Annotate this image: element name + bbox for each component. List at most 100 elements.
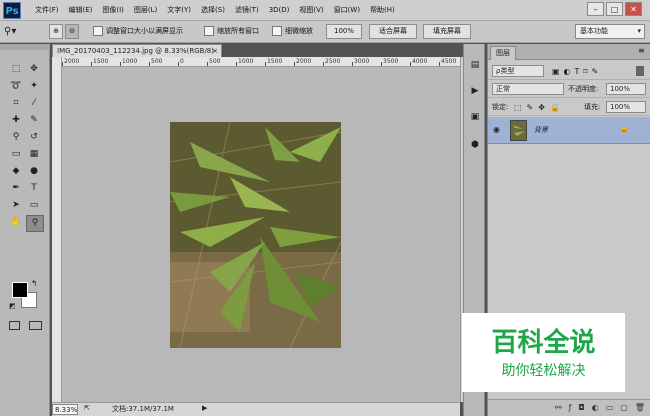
menu-filter[interactable]: 滤镜(T): [230, 0, 264, 21]
layers-tab[interactable]: 图层: [490, 46, 516, 60]
document-info[interactable]: 文档:37.1M/37.1M: [112, 404, 174, 415]
filter-toggle-icon[interactable]: [636, 66, 644, 76]
swap-colors-icon[interactable]: ↰: [31, 279, 38, 288]
fit-screen-button[interactable]: 适合屏幕: [369, 24, 417, 39]
crop-icon[interactable]: ⌗: [8, 96, 24, 111]
menu-edit[interactable]: 编辑(E): [64, 0, 98, 21]
ruler-tick-mark: [178, 62, 179, 66]
visibility-eye-icon[interactable]: ◉: [493, 125, 500, 134]
lock-options-icons[interactable]: ⬚✎✥🔒: [514, 102, 565, 113]
menu-view[interactable]: 视图(V): [294, 0, 328, 21]
ruler-tick-mark: [410, 62, 411, 66]
status-bar: 8.33% ⇱ 文档:37.1M/37.1M ▶: [52, 402, 460, 416]
close-button[interactable]: ✕: [625, 2, 642, 16]
maximize-button[interactable]: □: [606, 2, 623, 16]
layer-kind-filter[interactable]: ρ类型: [492, 65, 544, 77]
ruler-tick-label: 1000: [238, 58, 254, 65]
ruler-tick-mark: [236, 62, 237, 66]
lock-fill-row: 锁定: ⬚✎✥🔒 填充: 100%: [488, 99, 650, 116]
path-select-icon[interactable]: ➤: [8, 198, 24, 213]
zoom-icon[interactable]: ⚲: [26, 215, 44, 232]
ruler-tick-label: 1000: [122, 58, 138, 65]
healing-icon[interactable]: ✚: [8, 113, 24, 128]
menu-type[interactable]: 文字(Y): [162, 0, 196, 21]
add-mask-icon[interactable]: ◘: [578, 400, 584, 416]
gradient-icon[interactable]: ▦: [26, 147, 42, 162]
ruler-tick-mark: [323, 62, 324, 66]
adjustment-layer-icon[interactable]: ◐: [592, 400, 599, 416]
pen-icon[interactable]: ✒: [8, 181, 24, 196]
new-group-icon[interactable]: ▭: [606, 400, 614, 416]
layer-lock-icon: 🔒: [619, 124, 629, 133]
zoom-out-icon[interactable]: ⊖: [65, 24, 79, 39]
link-layers-icon[interactable]: ⚯: [555, 400, 562, 416]
document-image[interactable]: [170, 122, 341, 348]
document-tab[interactable]: IMG_20170403_112234.jpg @ 8.33%(RGB/8) ×: [52, 44, 222, 57]
fill-field[interactable]: 100%: [606, 101, 646, 113]
shape-icon[interactable]: ▭: [26, 198, 42, 213]
dodge-icon[interactable]: ●: [26, 164, 42, 179]
resize-windows-checkbox[interactable]: [93, 26, 103, 36]
panel-menu-icon[interactable]: ≡: [638, 46, 645, 55]
zoom-tool-preset-icon[interactable]: ⚲▾: [4, 24, 28, 39]
ruler-tick-label: 0: [180, 58, 184, 65]
menu-help[interactable]: 帮助(H): [365, 0, 400, 21]
properties-panel-icon[interactable]: ▣: [467, 110, 483, 125]
move-icon[interactable]: ✥: [26, 62, 42, 77]
eraser-icon[interactable]: ▭: [8, 147, 24, 162]
menu-window[interactable]: 窗口(W): [329, 0, 365, 21]
screen-mode-icon[interactable]: [29, 321, 42, 330]
menu-select[interactable]: 选择(S): [196, 0, 230, 21]
menu-bar: Ps 文件(F) 编辑(E) 图像(I) 图层(L) 文字(Y) 选择(S) 滤…: [0, 0, 650, 21]
blend-opacity-row: 正常 不透明度: 100%: [488, 81, 650, 98]
fill-screen-button[interactable]: 填充屏幕: [423, 24, 471, 39]
layer-name[interactable]: 背景: [534, 124, 548, 136]
layer-thumbnail-image: [511, 121, 526, 140]
magic-wand-icon[interactable]: ✦: [26, 79, 42, 94]
zoom-in-icon[interactable]: ⊕: [49, 24, 63, 39]
3d-panel-icon[interactable]: ⬢: [467, 138, 483, 153]
share-icon[interactable]: ⇱: [84, 404, 90, 412]
ruler-tick-mark: [91, 62, 92, 66]
hand-icon[interactable]: ✋: [8, 215, 24, 230]
status-arrow-icon[interactable]: ▶: [202, 404, 207, 412]
menu-layer[interactable]: 图层(L): [129, 0, 162, 21]
type-icon[interactable]: T: [26, 181, 42, 196]
scrubby-zoom-checkbox[interactable]: [272, 26, 282, 36]
eyedropper-icon[interactable]: ⁄: [26, 96, 42, 111]
tools-panel-grip[interactable]: [0, 44, 50, 50]
history-brush-icon[interactable]: ↺: [26, 130, 42, 145]
ruler-tick-label: 3500: [383, 58, 399, 65]
menu-image[interactable]: 图像(I): [97, 0, 129, 21]
tools-panel: ⬚ ✥ ➰ ✦ ⌗ ⁄ ✚ ✎ ⚲ ↺ ▭ ▦ ◆ ● ✒ T ➤ ▭ ✋ ⚲ ↰ ◩: [0, 44, 50, 416]
menu-3d[interactable]: 3D(D): [264, 0, 295, 21]
history-panel-icon[interactable]: ▤: [467, 58, 483, 73]
zoom-all-checkbox[interactable]: [204, 26, 214, 36]
zoom-level-field[interactable]: 8.33%: [52, 404, 78, 415]
blur-icon[interactable]: ◆: [8, 164, 24, 179]
fill-label: 填充:: [584, 103, 601, 111]
filter-icons[interactable]: ▣◐T⌑✎: [552, 66, 602, 77]
default-colors-icon[interactable]: ◩: [9, 302, 16, 310]
workspace-select[interactable]: 基本功能: [575, 24, 645, 39]
new-layer-icon[interactable]: ▢: [620, 400, 628, 416]
document-tab-title: IMG_20170403_112234.jpg @ 8.33%(RGB/8): [57, 47, 214, 55]
marquee-icon[interactable]: ⬚: [8, 62, 24, 77]
brush-icon[interactable]: ✎: [26, 113, 42, 128]
zoom-100-button[interactable]: 100%: [326, 24, 362, 39]
minimize-button[interactable]: –: [587, 2, 604, 16]
stamp-icon[interactable]: ⚲: [8, 130, 24, 145]
ruler-tick-label: 2000: [64, 58, 80, 65]
vertical-ruler: [52, 57, 62, 402]
close-tab-icon[interactable]: ×: [212, 45, 218, 57]
actions-panel-icon[interactable]: ▶: [467, 84, 483, 99]
lasso-icon[interactable]: ➰: [8, 79, 24, 94]
menu-file[interactable]: 文件(F): [30, 0, 64, 21]
delete-layer-icon[interactable]: 🗑: [635, 400, 645, 416]
opacity-field[interactable]: 100%: [606, 83, 646, 95]
layer-style-icon[interactable]: ƒ: [569, 400, 572, 416]
blend-mode-select[interactable]: 正常: [492, 83, 564, 95]
quick-mask-icon[interactable]: [9, 321, 20, 330]
ruler-tick-label: 1500: [267, 58, 283, 65]
layer-row-background[interactable]: ◉ 背景 🔒: [488, 117, 650, 144]
